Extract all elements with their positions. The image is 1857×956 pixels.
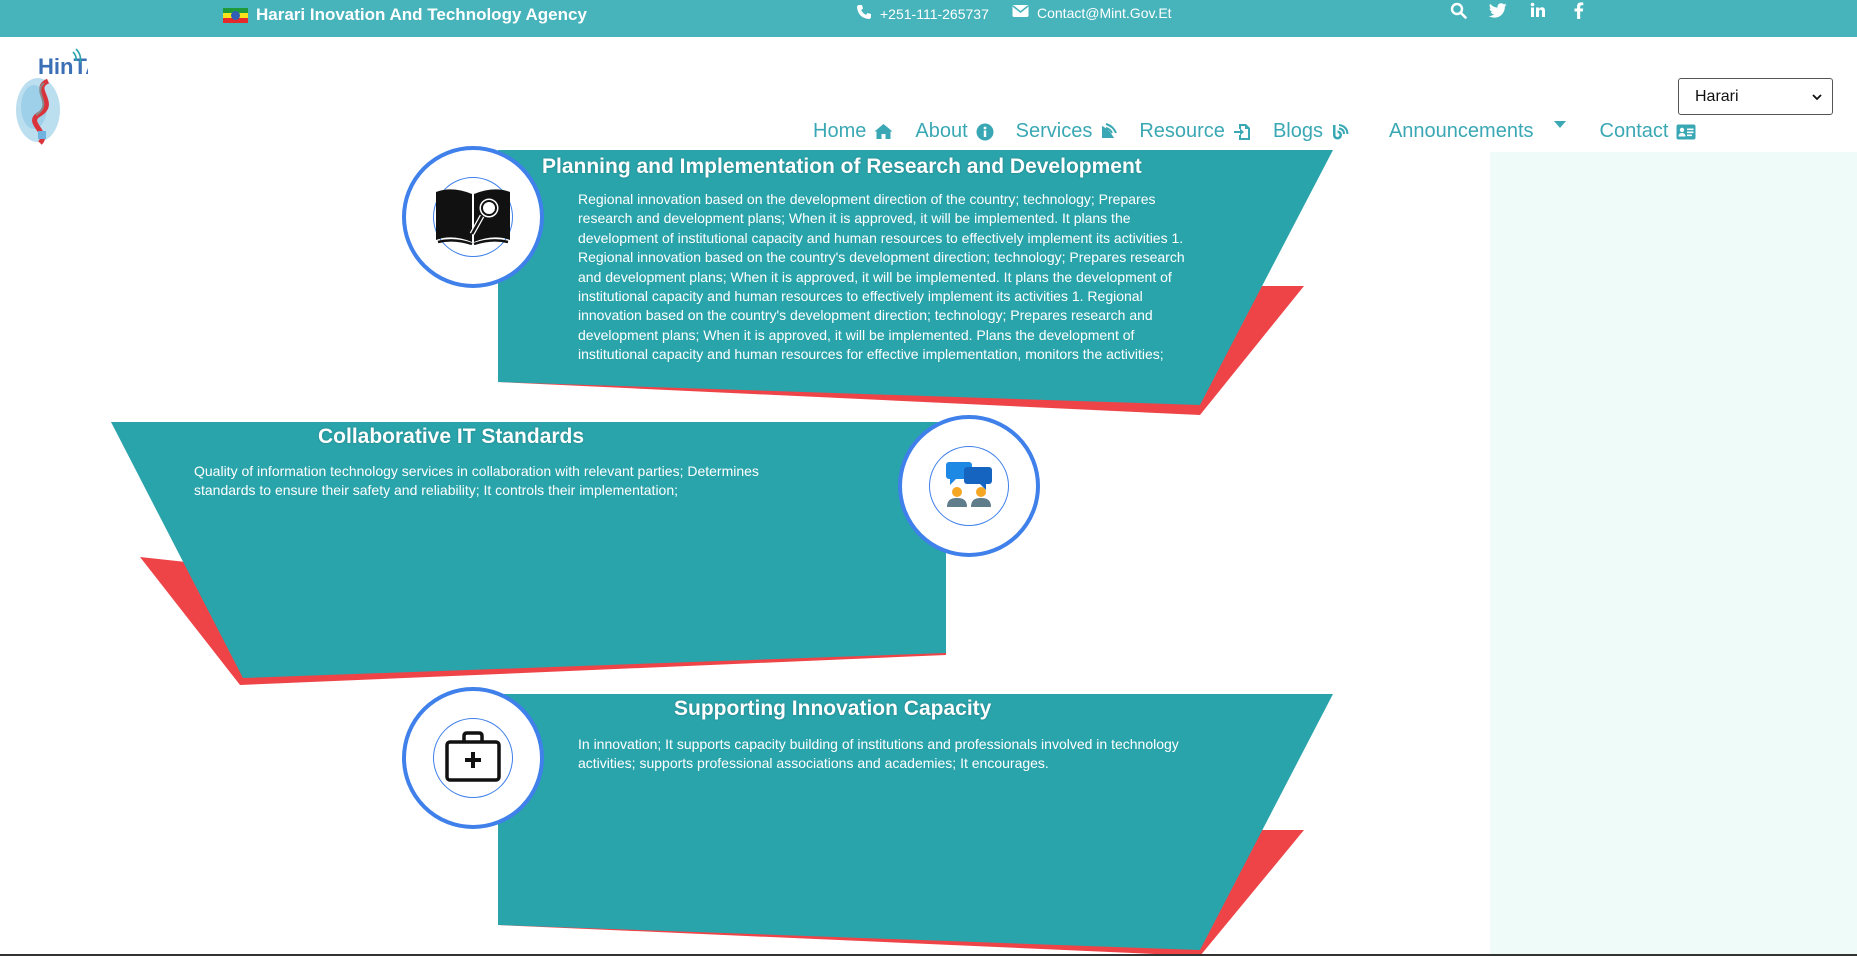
chevron-down-icon [1812,88,1822,106]
nav-resource[interactable]: Resource [1139,120,1251,143]
nav-resource-label: Resource [1139,120,1225,142]
email-contact[interactable]: Contact@Mint.Gov.Et [1012,4,1172,21]
envelope-icon [1012,4,1029,21]
home-icon [874,123,893,140]
book-search-icon [434,184,512,251]
blog-icon [1331,123,1349,141]
phone-icon [856,4,872,23]
service-card-it-standards: Collaborative IT Standards Quality of in… [100,415,1050,695]
social-links [1448,0,1588,20]
card-title: Collaborative IT Standards [318,425,585,448]
language-select[interactable]: Harari [1678,78,1833,115]
nav-services-label: Services [1015,120,1093,142]
file-import-icon [1233,123,1251,141]
nav-announcements-label: Announcements [1388,120,1534,142]
card-icon-badge [898,415,1040,557]
nav-about[interactable]: About [915,120,994,143]
agency-logo[interactable]: HinTA [10,45,101,145]
main-nav: Home About Services Resource Blogs Annou… [813,120,1696,143]
agency-name: Harari Inovation And Technology Agency [256,5,587,24]
card-description: Regional innovation based on the develop… [578,191,1185,363]
email-address: Contact@Mint.Gov.Et [1037,4,1172,21]
card-icon-badge [402,687,544,829]
linkedin-icon[interactable] [1528,0,1548,20]
phone-contact[interactable]: +251-111-265737 [856,4,989,23]
card-title: Planning and Implementation of Research … [542,155,1142,178]
site-header: HinTA Home About Services [0,37,1857,151]
caret-down-icon [1553,120,1566,129]
card-shape [498,694,1333,956]
nav-home-label: Home [813,120,867,142]
ethiopia-flag-icon [223,7,248,23]
search-icon[interactable] [1448,0,1468,20]
first-aid-kit-icon [444,730,502,787]
facebook-icon[interactable] [1568,0,1588,20]
address-card-icon [1676,124,1696,140]
nav-home[interactable]: Home [813,120,893,143]
top-bar: Harari Inovation And Technology Agency +… [0,0,1857,37]
sidebar-panel [1490,152,1857,956]
nav-announcements[interactable]: Announcements [1389,120,1566,143]
nav-about-label: About [915,120,968,142]
nav-contact-label: Contact [1599,120,1669,142]
agency-brand[interactable]: Harari Inovation And Technology Agency [223,5,587,25]
language-select-value: Harari [1695,87,1739,105]
nav-contact[interactable]: Contact [1600,120,1697,143]
service-card-innovation: Supporting Innovation Capacity In innova… [400,685,1340,956]
card-title: Supporting Innovation Capacity [674,697,992,720]
collaboration-chat-icon [942,460,996,513]
card-icon-badge [402,146,544,288]
nav-blogs[interactable]: Blogs [1273,120,1349,143]
card-description: In innovation; It supports capacity buil… [578,736,1179,772]
nav-blogs-label: Blogs [1272,120,1323,142]
phone-number: +251-111-265737 [880,5,989,22]
service-card-research: Planning and Implementation of Research … [400,146,1340,420]
nav-services[interactable]: Services [1016,120,1118,143]
info-icon [976,123,994,141]
card-description: Quality of information technology servic… [194,463,759,499]
satellite-dish-icon [1100,123,1118,140]
twitter-icon[interactable] [1488,0,1508,20]
